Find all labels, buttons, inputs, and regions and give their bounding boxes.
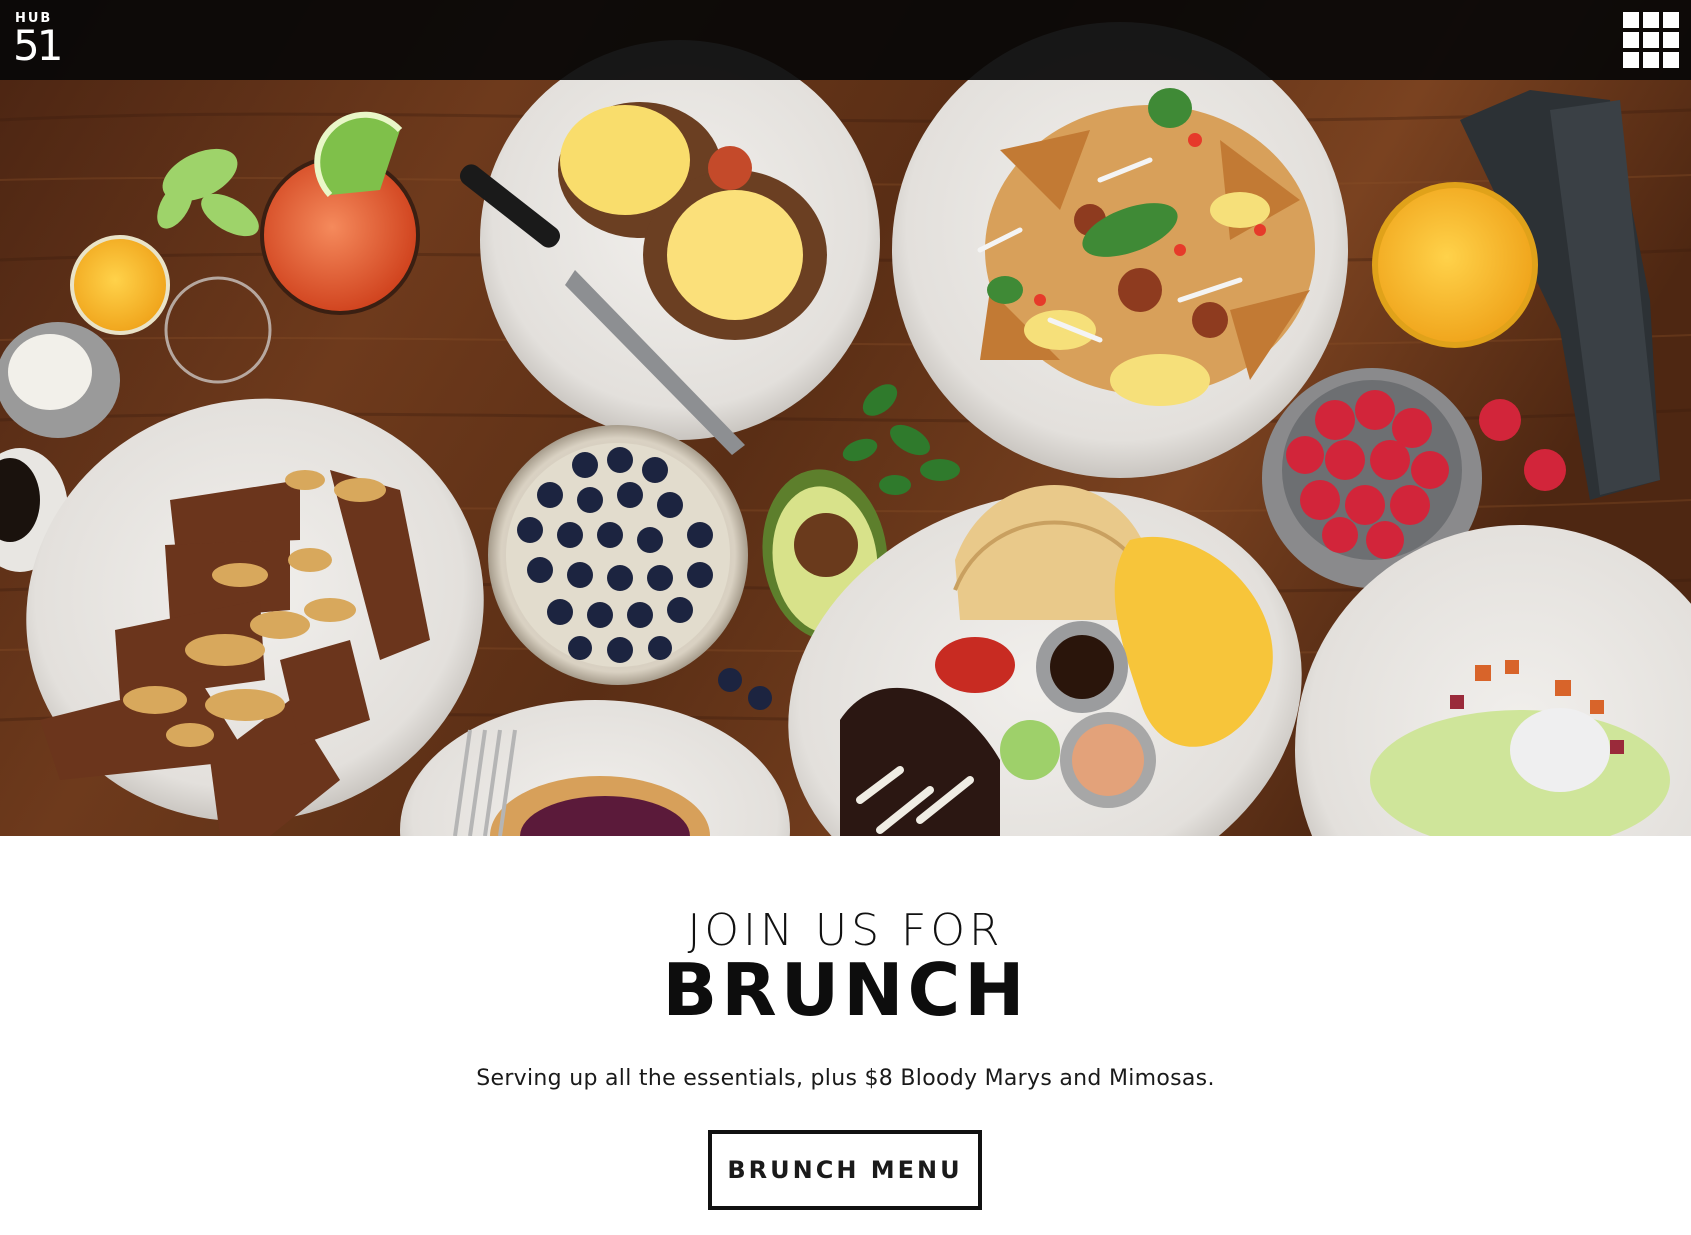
grid-cell bbox=[1623, 52, 1639, 68]
grid-cell bbox=[1663, 12, 1679, 28]
hero-image bbox=[0, 0, 1691, 836]
grid-cell bbox=[1623, 32, 1639, 48]
grid-cell bbox=[1643, 32, 1659, 48]
grid-cell bbox=[1643, 12, 1659, 28]
brunch-menu-button[interactable]: BRUNCH MENU bbox=[708, 1130, 982, 1210]
heading-brunch: BRUNCH bbox=[662, 948, 1029, 1032]
grid-cell bbox=[1623, 12, 1639, 28]
hub51-logo[interactable]: HUB 51 bbox=[13, 12, 73, 70]
grid-cell bbox=[1643, 52, 1659, 68]
grid-menu-icon[interactable] bbox=[1623, 12, 1679, 68]
grid-cell bbox=[1663, 32, 1679, 48]
page: HUB 51 JOIN US FOR BRUNCH Serving up all… bbox=[0, 0, 1691, 1235]
brunch-description: Serving up all the essentials, plus $8 B… bbox=[476, 1066, 1215, 1091]
logo-text-number: 51 bbox=[13, 21, 63, 70]
brunch-section: JOIN US FOR BRUNCH Serving up all the es… bbox=[0, 836, 1691, 1235]
grid-cell bbox=[1663, 52, 1679, 68]
top-navigation-bar: HUB 51 bbox=[0, 0, 1691, 80]
